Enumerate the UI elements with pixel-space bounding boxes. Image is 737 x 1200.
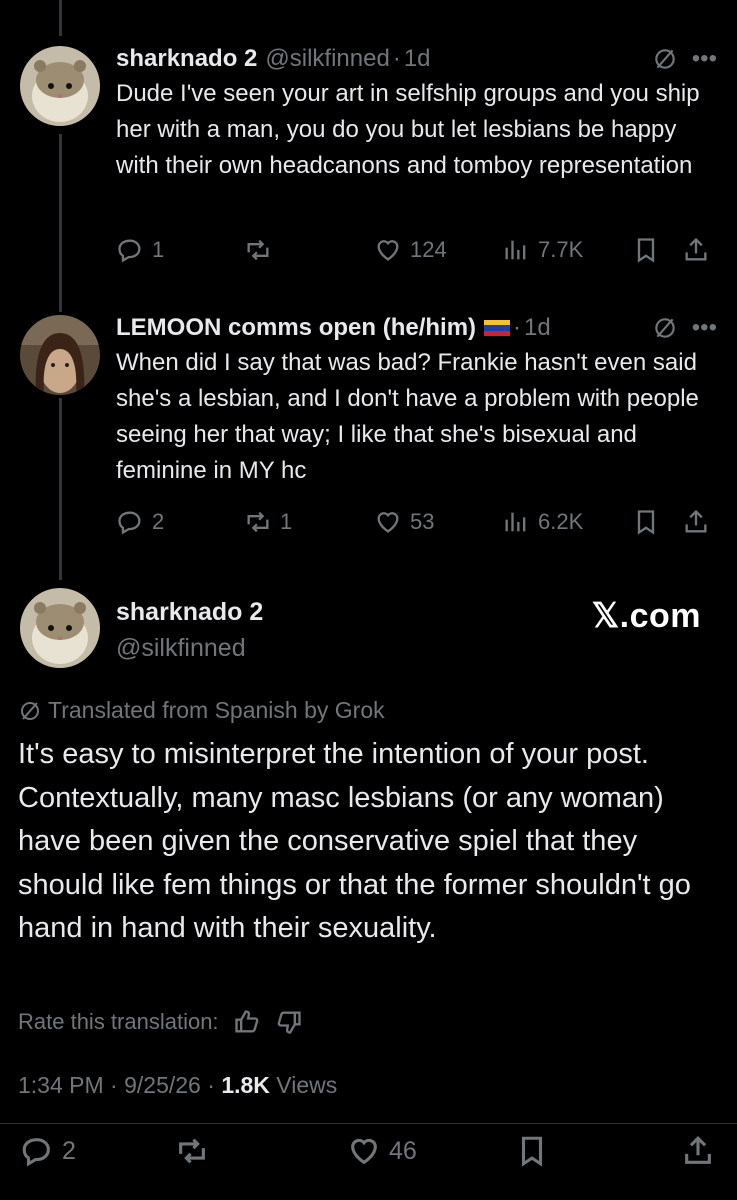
repost-icon: [247, 239, 269, 261]
tweet-date[interactable]: 9/25/26: [124, 1072, 201, 1098]
repost-count: 1: [280, 509, 293, 534]
x-watermark: 𝕏.com: [591, 597, 701, 635]
action-bar: 1 124 7.7K: [116, 236, 720, 264]
bookmark-icon: [637, 510, 655, 535]
share-button[interactable]: [682, 236, 710, 264]
views-label: Views: [276, 1072, 338, 1098]
author-name[interactable]: sharknado 2: [116, 45, 257, 73]
share-button[interactable]: [681, 1134, 715, 1168]
main-tweet-text: It's easy to misinterpret the intention …: [18, 738, 691, 944]
translate-icon: [21, 701, 39, 720]
thread-line-1: [59, 134, 62, 312]
repost-button[interactable]: [244, 236, 374, 264]
views-button[interactable]: 6.2K: [502, 508, 632, 536]
like-button[interactable]: 53: [374, 508, 502, 536]
translation-notice[interactable]: Translated from Spanish by Grok: [18, 697, 385, 724]
timestamp[interactable]: 1d: [524, 314, 551, 342]
avatar[interactable]: [20, 588, 100, 668]
views-count: 1.8K: [221, 1072, 270, 1098]
share-icon: [685, 509, 707, 533]
reply-button[interactable]: 2: [20, 1134, 175, 1168]
tweet-time[interactable]: 1:34 PM: [18, 1072, 104, 1098]
share-icon: [685, 1136, 711, 1164]
separator-dot: ·: [392, 45, 401, 72]
rate-translation: Rate this translation:: [18, 1008, 303, 1036]
venezuela-flag-icon: [484, 320, 511, 336]
thumbs-up-icon[interactable]: [233, 1008, 261, 1036]
translate-icon[interactable]: [652, 315, 678, 341]
reply-count: 2: [152, 509, 165, 534]
thumbs-down-icon[interactable]: [275, 1008, 303, 1036]
like-button[interactable]: 124: [374, 236, 502, 264]
bookmark-icon: [521, 1136, 543, 1167]
rate-label: Rate this translation:: [18, 1009, 219, 1034]
like-button[interactable]: 46: [347, 1134, 515, 1168]
bookmark-button[interactable]: [515, 1134, 681, 1168]
avatar[interactable]: [20, 46, 100, 126]
views-count: 6.2K: [538, 509, 584, 534]
repost-icon: [179, 1138, 205, 1164]
share-icon: [685, 237, 707, 261]
author-name[interactable]: LEMOON comms open (he/him): [116, 314, 476, 342]
repost-icon: [247, 511, 269, 533]
author-handle[interactable]: @silkfinned: [265, 45, 389, 73]
tweet-metadata: 1:34 PM · 9/25/26 · 1.8K Views: [18, 1072, 338, 1098]
heart-icon: [377, 240, 399, 261]
like-count: 124: [410, 237, 447, 262]
reply-tweet-2[interactable]: LEMOON comms open (he/him) · 1d ••• When…: [116, 311, 717, 489]
like-count: 53: [410, 509, 435, 534]
bookmark-icon: [637, 238, 655, 263]
repost-button[interactable]: 1: [244, 508, 374, 536]
timestamp[interactable]: 1d: [404, 45, 431, 73]
repost-button[interactable]: [175, 1134, 347, 1168]
separator-dot: ·: [513, 314, 522, 341]
reply-icon: [118, 239, 141, 263]
views-count: 7.7K: [538, 237, 584, 262]
views-icon: [505, 240, 526, 260]
bookmark-button[interactable]: [632, 236, 682, 264]
reply-button[interactable]: 1: [116, 236, 244, 264]
more-icon[interactable]: •••: [692, 314, 717, 342]
reply-icon: [118, 511, 141, 535]
share-button[interactable]: [682, 508, 710, 536]
reply-count: 1: [152, 237, 165, 262]
reply-button[interactable]: 2: [116, 508, 244, 536]
reply-tweet-1[interactable]: sharknado 2 @silkfinned · 1d ••• Dude I'…: [116, 42, 717, 184]
avatar[interactable]: [20, 315, 100, 395]
views-button[interactable]: 7.7K: [502, 236, 632, 264]
divider: [0, 1123, 737, 1124]
tweet-text: When did I say that was bad? Frankie has…: [116, 349, 699, 484]
action-bar: 2 1 53 6.2K: [116, 508, 720, 536]
heart-icon: [351, 1138, 377, 1165]
heart-icon: [377, 512, 399, 533]
views-icon: [505, 512, 526, 532]
more-icon[interactable]: •••: [692, 45, 717, 73]
bookmark-button[interactable]: [632, 508, 682, 536]
translation-label: Translated from Spanish by Grok: [48, 697, 385, 723]
main-action-bar: 2 46: [20, 1134, 720, 1168]
like-count: 46: [389, 1136, 417, 1165]
thread-line-top: [59, 0, 62, 36]
author-handle[interactable]: @silkfinned: [116, 634, 246, 663]
reply-count: 2: [62, 1136, 76, 1165]
author-name[interactable]: sharknado 2: [116, 598, 263, 627]
reply-icon: [22, 1138, 50, 1167]
translate-icon[interactable]: [652, 46, 678, 72]
thread-line-2: [59, 398, 62, 580]
tweet-text: Dude I've seen your art in selfship grou…: [116, 80, 700, 179]
